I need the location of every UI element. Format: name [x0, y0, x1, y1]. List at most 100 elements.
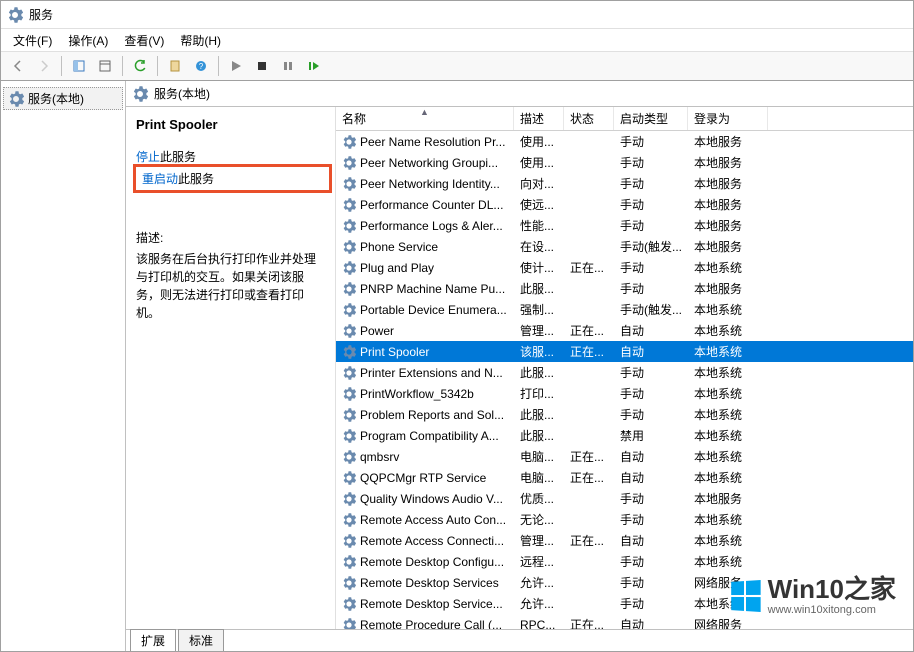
refresh-button[interactable]: [128, 54, 152, 78]
header-desc[interactable]: 描述: [514, 107, 564, 130]
tree-root-services[interactable]: 服务(本地): [3, 87, 123, 110]
service-title: Print Spooler: [136, 117, 325, 132]
table-row[interactable]: Portable Device Enumera...强制...手动(触发...本…: [336, 299, 913, 320]
service-desc: 性能...: [514, 217, 564, 234]
service-desc: 此服...: [514, 427, 564, 444]
table-row[interactable]: Peer Networking Groupi...使用...手动本地服务: [336, 152, 913, 173]
start-button[interactable]: [224, 54, 248, 78]
menu-view[interactable]: 查看(V): [116, 30, 172, 51]
service-name: Quality Windows Audio V...: [360, 492, 503, 506]
service-startup: 自动: [614, 448, 688, 465]
table-row[interactable]: qmbsrv电脑...正在...自动本地系统: [336, 446, 913, 467]
table-row[interactable]: Phone Service在设...手动(触发...本地服务: [336, 236, 913, 257]
service-startup: 手动: [614, 553, 688, 570]
service-startup: 自动: [614, 322, 688, 339]
service-name: qmbsrv: [360, 450, 399, 464]
service-logon: 本地服务: [688, 490, 768, 507]
back-button[interactable]: [6, 54, 30, 78]
header-logon[interactable]: 登录为: [688, 107, 768, 130]
service-startup: 手动: [614, 511, 688, 528]
service-name: Printer Extensions and N...: [360, 366, 503, 380]
header-startup[interactable]: 启动类型: [614, 107, 688, 130]
service-name: Peer Networking Identity...: [360, 177, 500, 191]
list-header: 名称 ▲ 描述 状态 启动类型 登录为: [336, 107, 913, 131]
table-row[interactable]: QQPCMgr RTP Service电脑...正在...自动本地系统: [336, 467, 913, 488]
table-row[interactable]: PNRP Machine Name Pu...此服...手动本地服务: [336, 278, 913, 299]
toolbar: ?: [1, 51, 913, 81]
service-desc: 此服...: [514, 280, 564, 297]
help-button[interactable]: ?: [189, 54, 213, 78]
table-row[interactable]: Plug and Play使计...正在...手动本地系统: [336, 257, 913, 278]
service-startup: 手动: [614, 154, 688, 171]
service-desc: 使远...: [514, 196, 564, 213]
service-name: Print Spooler: [360, 345, 429, 359]
service-startup: 自动: [614, 469, 688, 486]
table-row[interactable]: Problem Reports and Sol...此服...手动本地系统: [336, 404, 913, 425]
table-row[interactable]: PrintWorkflow_5342b打印...手动本地系统: [336, 383, 913, 404]
tab-standard[interactable]: 标准: [178, 629, 224, 651]
header-name[interactable]: 名称 ▲: [336, 107, 514, 130]
restart-link[interactable]: 重启动: [142, 172, 178, 186]
table-row[interactable]: Performance Logs & Aler...性能...手动本地服务: [336, 215, 913, 236]
tab-extended[interactable]: 扩展: [130, 629, 176, 651]
stop-button[interactable]: [250, 54, 274, 78]
gear-icon: [342, 597, 356, 611]
services-window: 服务 文件(F) 操作(A) 查看(V) 帮助(H) ? 服务(本地): [0, 0, 914, 652]
restart-button[interactable]: [302, 54, 326, 78]
watermark: Win10之家 www.win10xitong.com: [730, 575, 896, 616]
svg-text:?: ?: [199, 62, 204, 71]
pause-button[interactable]: [276, 54, 300, 78]
gear-icon: [342, 492, 356, 506]
service-name: Remote Desktop Configu...: [360, 555, 504, 569]
gear-icon: [342, 240, 356, 254]
table-row[interactable]: Peer Name Resolution Pr...使用...手动本地服务: [336, 131, 913, 152]
table-row[interactable]: Peer Networking Identity...向对...手动本地服务: [336, 173, 913, 194]
forward-button[interactable]: [32, 54, 56, 78]
properties-button[interactable]: [93, 54, 117, 78]
service-desc: RPC...: [514, 618, 564, 630]
service-startup: 手动: [614, 364, 688, 381]
gear-icon: [342, 261, 356, 275]
service-desc: 使计...: [514, 259, 564, 276]
service-desc: 使用...: [514, 133, 564, 150]
header-status[interactable]: 状态: [564, 107, 614, 130]
table-row[interactable]: Remote Access Connecti...管理...正在...自动本地系…: [336, 530, 913, 551]
menu-help[interactable]: 帮助(H): [172, 30, 229, 51]
service-desc: 远程...: [514, 553, 564, 570]
gear-icon: [342, 345, 356, 359]
service-name: Remote Desktop Service...: [360, 597, 503, 611]
title-bar: 服务: [1, 1, 913, 29]
service-desc: 向对...: [514, 175, 564, 192]
gear-icon: [342, 618, 356, 630]
gear-icon: [342, 408, 356, 422]
service-logon: 网络服务: [688, 616, 768, 629]
service-desc: 打印...: [514, 385, 564, 402]
detail-panel: Print Spooler 停止此服务 重启动此服务 描述: 该服务在后台执行打…: [126, 107, 336, 629]
gear-icon: [342, 324, 356, 338]
service-name: Remote Access Auto Con...: [360, 513, 506, 527]
table-row[interactable]: Program Compatibility A...此服...禁用本地系统: [336, 425, 913, 446]
table-row[interactable]: Remote Desktop Configu...远程...手动本地系统: [336, 551, 913, 572]
table-row[interactable]: Print Spooler该服...正在...自动本地系统: [336, 341, 913, 362]
menu-file[interactable]: 文件(F): [5, 30, 60, 51]
export-button[interactable]: [163, 54, 187, 78]
table-row[interactable]: Printer Extensions and N...此服...手动本地系统: [336, 362, 913, 383]
table-row[interactable]: Performance Counter DL...使远...手动本地服务: [336, 194, 913, 215]
service-logon: 本地系统: [688, 511, 768, 528]
table-row[interactable]: Quality Windows Audio V...优质...手动本地服务: [336, 488, 913, 509]
restart-highlight: 重启动此服务: [133, 164, 332, 193]
service-logon: 本地服务: [688, 175, 768, 192]
service-startup: 手动: [614, 385, 688, 402]
gear-icon: [342, 513, 356, 527]
table-row[interactable]: Remote Procedure Call (...RPC...正在...自动网…: [336, 614, 913, 629]
stop-link[interactable]: 停止: [136, 150, 160, 164]
service-name: Performance Logs & Aler...: [360, 219, 503, 233]
menu-action[interactable]: 操作(A): [60, 30, 116, 51]
list-panel: 名称 ▲ 描述 状态 启动类型 登录为 Peer Name Resolution…: [336, 107, 913, 629]
detail-view-button[interactable]: [67, 54, 91, 78]
service-name: PNRP Machine Name Pu...: [360, 282, 505, 296]
service-startup: 手动: [614, 406, 688, 423]
table-row[interactable]: Remote Access Auto Con...无论...手动本地系统: [336, 509, 913, 530]
service-logon: 本地系统: [688, 259, 768, 276]
table-row[interactable]: Power管理...正在...自动本地系统: [336, 320, 913, 341]
